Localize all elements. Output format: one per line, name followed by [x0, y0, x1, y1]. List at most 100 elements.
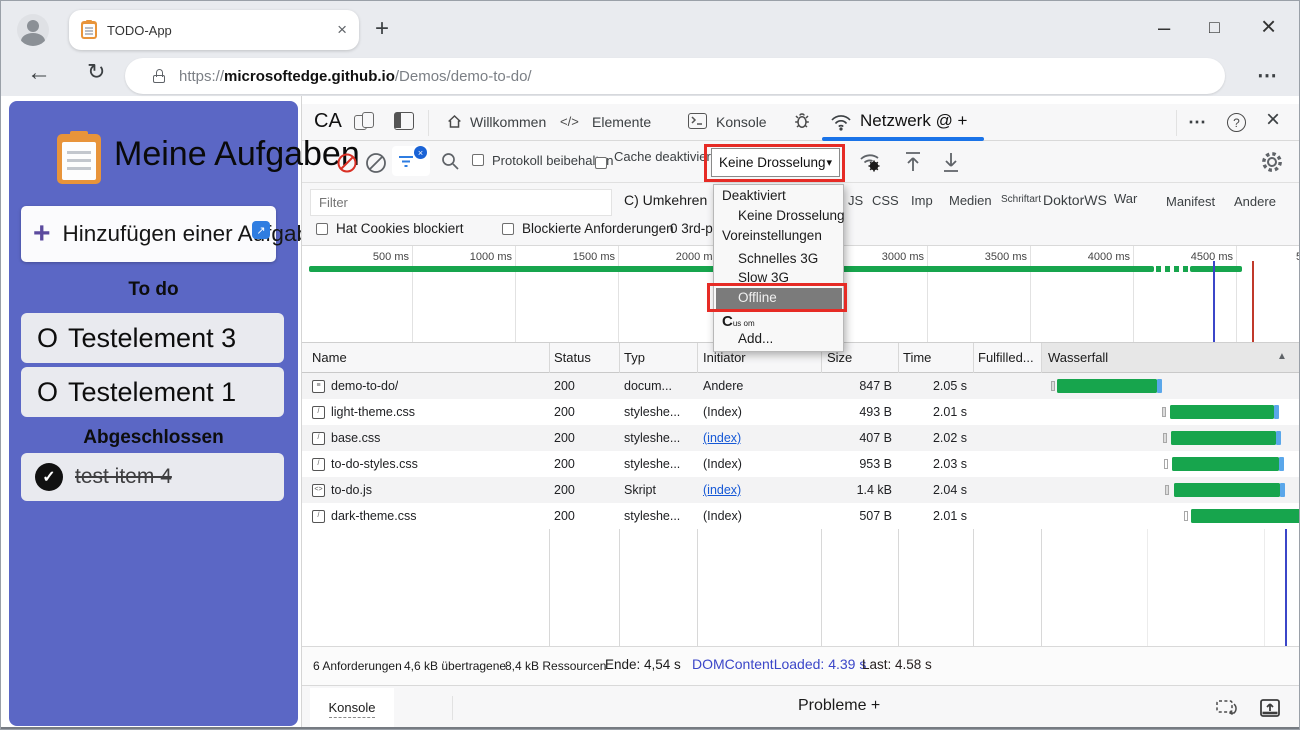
invert-filter-label[interactable]: C) Umkehren — [624, 192, 707, 208]
filter-chip-medien[interactable]: Medien — [949, 193, 992, 208]
sort-arrow-icon[interactable]: ▲ — [1277, 351, 1287, 362]
col-typ[interactable]: Typ — [624, 350, 645, 365]
col-wasserfall[interactable]: Wasserfall — [1048, 350, 1108, 365]
blocked-requests-checkbox[interactable] — [502, 223, 514, 235]
device-emulation-icon[interactable] — [354, 112, 376, 132]
tab-elemente[interactable]: Elemente — [592, 114, 651, 130]
expand-panel-icon[interactable] — [1258, 696, 1282, 720]
filter-chip-manifest[interactable]: Manifest — [1166, 194, 1215, 209]
waterfall-bar — [1171, 431, 1276, 445]
filter-chip-schriftart[interactable]: Schriftart — [1001, 194, 1041, 205]
todo-item[interactable]: O Testelement 3 — [21, 313, 284, 363]
circle-icon[interactable]: O — [37, 323, 58, 354]
bug-icon[interactable] — [792, 111, 812, 131]
disable-cache-checkbox[interactable] — [595, 157, 607, 169]
devtools-more-icon[interactable]: ⋯ — [1188, 112, 1206, 133]
script-icon: <> — [312, 484, 325, 497]
waterfall-tick — [1165, 485, 1169, 495]
col-initiator[interactable]: Initiator — [703, 350, 746, 365]
browser-more-icon[interactable]: ⋯ — [1257, 63, 1277, 88]
preserve-log-checkbox[interactable] — [472, 154, 484, 166]
tab-close-icon[interactable]: × — [337, 20, 347, 40]
browser-tab[interactable]: TODO-App × — [69, 10, 359, 50]
ruler-gridline — [412, 246, 413, 343]
waterfall-bar-cap — [1279, 457, 1284, 471]
filter-chip-js[interactable]: JS — [848, 193, 863, 208]
initiator-link[interactable]: (index) — [703, 483, 741, 497]
tab-netzwerk[interactable]: Netzwerk @ + — [860, 111, 967, 131]
stylesheet-icon: / — [312, 406, 325, 419]
refresh-icon[interactable]: ↻ — [87, 59, 105, 85]
filter-chip-img[interactable]: Imp — [911, 193, 933, 208]
col-name[interactable]: Name — [312, 350, 347, 365]
ruler-tick: 4500 ms — [1191, 251, 1233, 263]
check-circle-icon[interactable]: ✓ — [35, 463, 63, 491]
blocked-requests-label[interactable]: Blockierte Anforderungen — [522, 221, 674, 236]
drawer-problems-label[interactable]: Probleme + — [798, 697, 880, 715]
address-bar[interactable]: https://microsoftedge.github.io/Demos/de… — [125, 58, 1225, 94]
waterfall-tick — [1164, 459, 1168, 469]
menu-item-no-throttling[interactable]: Keine Drosselung — [738, 208, 845, 223]
menu-item-fast-3g[interactable]: Schnelles 3G — [738, 251, 818, 266]
back-icon[interactable]: ← — [27, 59, 51, 87]
highlight-box-throttling — [704, 144, 845, 182]
table-row[interactable]: /to-do-styles.css 200 styleshe... (Index… — [302, 451, 1300, 477]
help-icon[interactable]: ? — [1227, 113, 1246, 132]
minimize-button[interactable]: – — [1158, 15, 1170, 41]
table-row[interactable]: ≡demo-to-do/ 200 docum... Andere 847 B 2… — [302, 373, 1300, 399]
waterfall-bar-cap — [1274, 405, 1279, 419]
add-task-button[interactable]: + Hinzufügen einer Aufgabe — [21, 206, 276, 262]
dock-side-icon[interactable] — [394, 112, 414, 130]
table-row[interactable]: /light-theme.css 200 styleshe... (Index)… — [302, 399, 1300, 425]
todo-panel: + Hinzufügen einer Aufgabe ↗ To do O Tes… — [9, 101, 298, 726]
waterfall-bar — [1172, 457, 1279, 471]
avatar[interactable] — [17, 14, 49, 46]
todo-item[interactable]: O Testelement 1 — [21, 367, 284, 417]
waterfall-bar-cap — [1280, 483, 1285, 497]
filter-chip-css[interactable]: CSS — [872, 193, 899, 208]
throttling-menu: Deaktiviert Keine Drosselung Voreinstell… — [713, 184, 844, 352]
done-heading: Abgeschlossen — [9, 427, 298, 449]
ruler-gridline — [1236, 246, 1237, 343]
waterfall-bar — [1170, 405, 1274, 419]
rotate-device-icon[interactable] — [1214, 696, 1240, 720]
overview-activity-bar — [1190, 266, 1242, 272]
search-icon[interactable] — [440, 151, 460, 171]
close-window-button[interactable]: × — [1261, 11, 1276, 42]
initiator-link[interactable]: (index) — [703, 431, 741, 445]
drawer-tab-konsole[interactable]: Konsole — [310, 688, 394, 730]
col-status[interactable]: Status — [554, 350, 591, 365]
filter-chip-doktorws[interactable]: DoktorWS — [1043, 192, 1107, 208]
table-row[interactable]: /dark-theme.css 200 styleshe... (Index) … — [302, 503, 1300, 529]
filter-chip-war[interactable]: War — [1114, 191, 1137, 206]
clear-network-log-icon[interactable] — [364, 151, 388, 175]
table-row[interactable]: <>to-do.js 200 Skript (index) 1.4 kB 2.0… — [302, 477, 1300, 503]
circle-icon[interactable]: O — [37, 377, 58, 408]
tab-konsole[interactable]: Konsole — [716, 114, 767, 130]
import-har-icon[interactable] — [902, 150, 924, 174]
filter-chip-andere[interactable]: Andere — [1234, 194, 1276, 209]
waterfall-bar-cap — [1276, 431, 1281, 445]
done-item[interactable]: ✓ test item 4 — [21, 453, 284, 501]
active-tab-underline — [822, 137, 984, 141]
table-row[interactable]: /base.css 200 styleshe... (index) 407 B … — [302, 425, 1300, 451]
new-tab-button[interactable]: + — [375, 15, 389, 43]
blocked-cookies-label[interactable]: Hat Cookies blockiert — [336, 221, 464, 236]
settings-gear-icon[interactable] — [1260, 150, 1284, 174]
blocked-cookies-checkbox[interactable] — [316, 223, 328, 235]
col-size[interactable]: Size — [827, 350, 852, 365]
summary-load: Last: 4.58 s — [862, 657, 932, 672]
network-conditions-icon[interactable] — [858, 151, 884, 173]
record-icon[interactable] — [336, 152, 358, 174]
inspect-ca-label[interactable]: CA — [314, 110, 342, 133]
filter-toggle-icon[interactable]: × — [392, 146, 430, 176]
col-fulfilled[interactable]: Fulfilled... — [978, 350, 1034, 365]
tab-willkommen[interactable]: Willkommen — [470, 114, 546, 130]
url-scheme: https:// — [179, 68, 224, 85]
filter-input[interactable] — [310, 189, 612, 216]
export-har-icon[interactable] — [940, 150, 962, 174]
menu-item-add[interactable]: Add... — [738, 331, 773, 346]
col-time[interactable]: Time — [903, 350, 931, 365]
devtools-close-icon[interactable]: × — [1266, 106, 1280, 134]
maximize-button[interactable]: □ — [1209, 17, 1220, 38]
